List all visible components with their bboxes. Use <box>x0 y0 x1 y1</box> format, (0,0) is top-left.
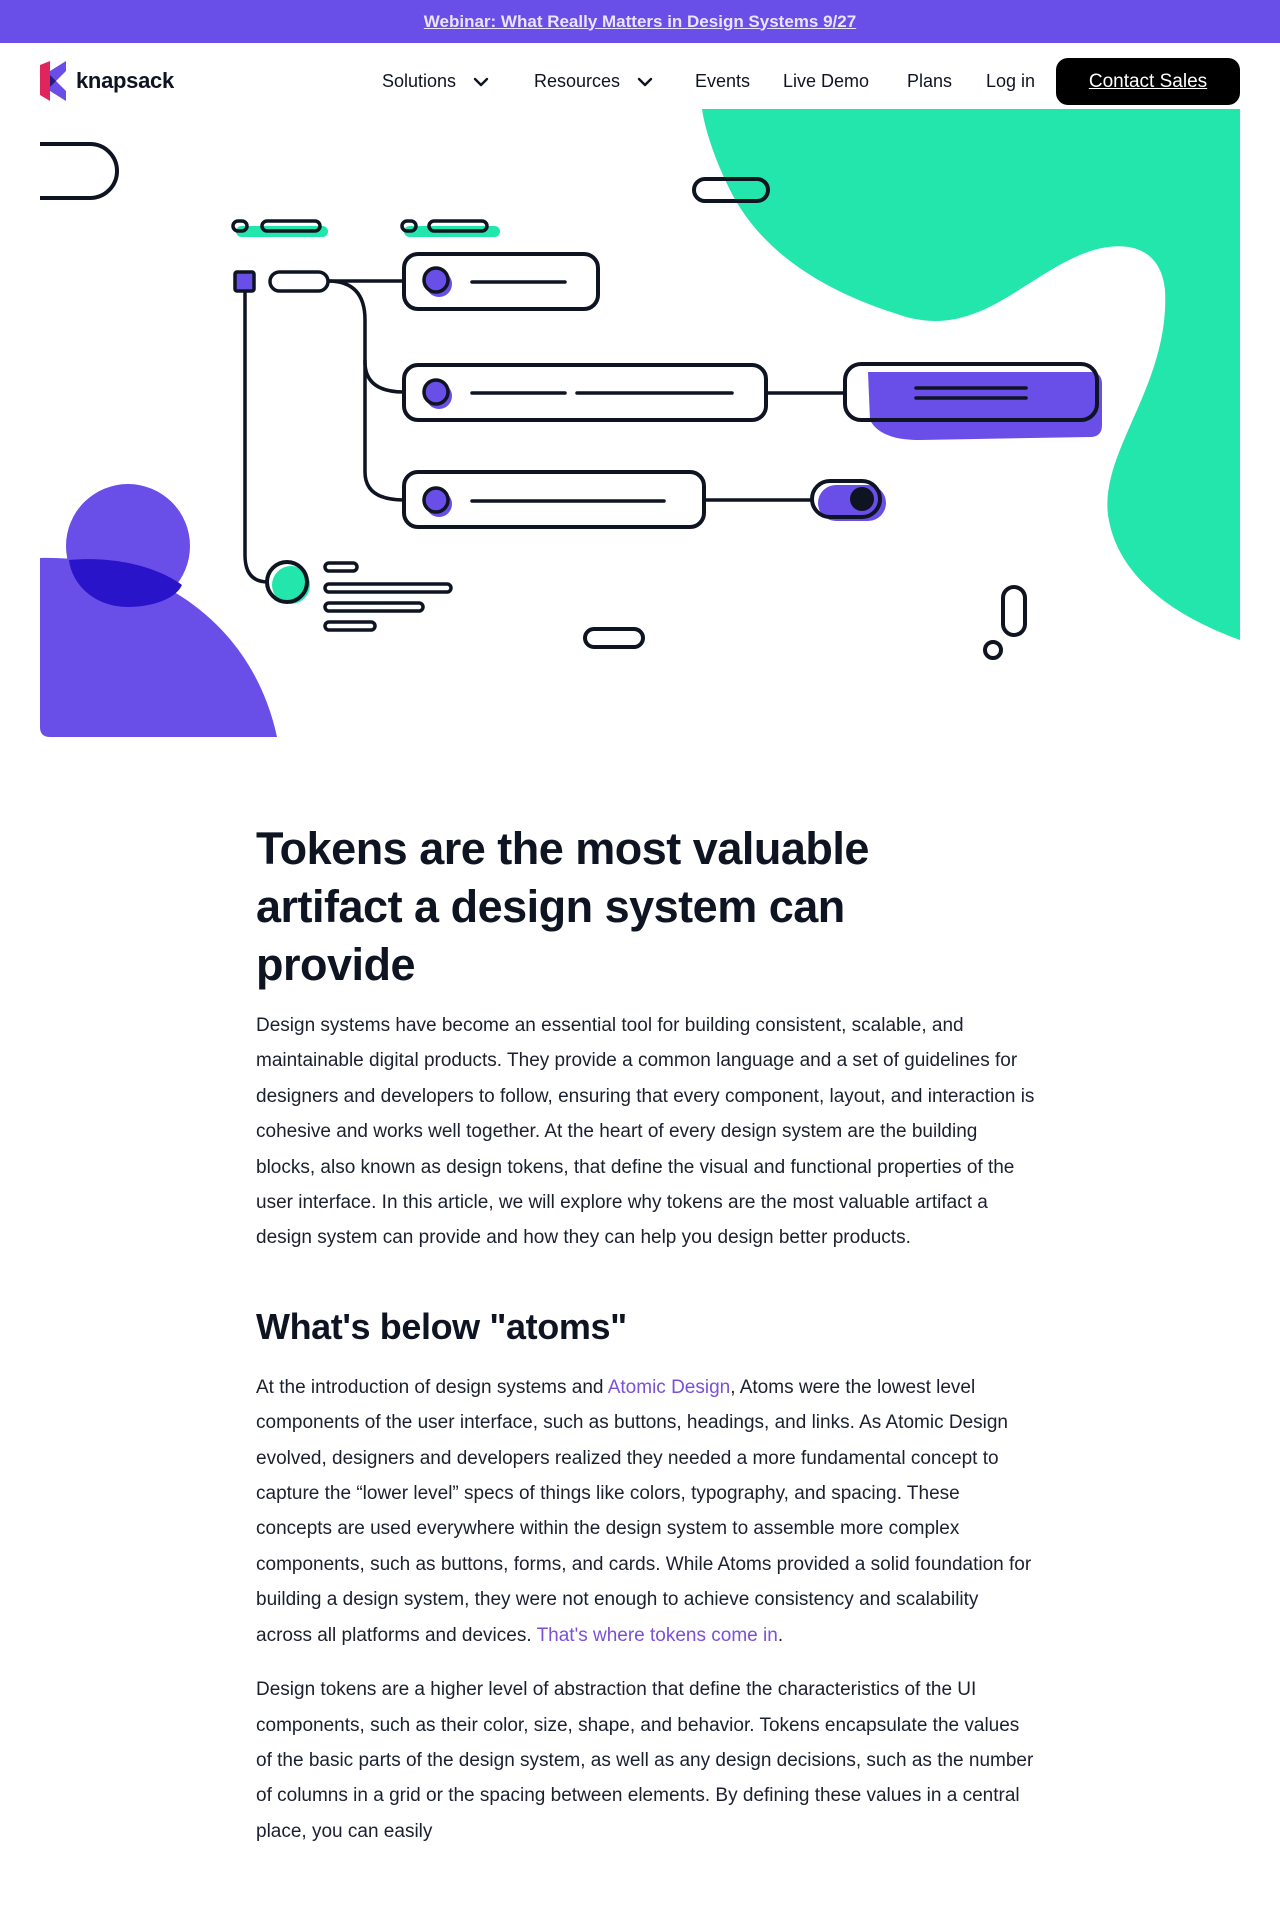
tokens-paragraph: Design tokens are a higher level of abst… <box>256 1679 1034 1842</box>
nav-events-label: Events <box>695 71 751 91</box>
section-heading: What's below "atoms" <box>256 1305 627 1347</box>
article-title: Tokens are the most valuable artifact a … <box>256 823 869 990</box>
chevron-down-icon <box>637 77 653 86</box>
nav-plans[interactable]: Plans <box>907 71 952 92</box>
announcement-banner: Webinar: What Really Matters in Design S… <box>0 0 1280 43</box>
nav-solutions-label: Solutions <box>382 71 457 91</box>
atoms-text-start: At the introduction of design systems an… <box>256 1376 608 1398</box>
article-body: Tokens are the most valuable artifact a … <box>256 820 1036 1849</box>
nav-solutions[interactable]: Solutions <box>382 71 490 92</box>
chevron-down-icon <box>473 77 489 86</box>
webinar-link[interactable]: Webinar: What Really Matters in Design S… <box>424 12 856 32</box>
nav-live-demo-label: Live Demo <box>783 71 870 91</box>
nav-plans-label: Plans <box>907 71 953 91</box>
nav-events[interactable]: Events <box>695 71 750 92</box>
logo-text: knapsack <box>76 68 174 93</box>
nav-resources-label: Resources <box>534 71 621 91</box>
nav-log-in-label: Log in <box>986 71 1036 91</box>
nav-log-in[interactable]: Log in <box>986 71 1035 92</box>
nav-live-demo[interactable]: Live Demo <box>783 71 869 92</box>
intro-paragraph: Design systems have become an essential … <box>256 1015 1035 1249</box>
half-pill-outline <box>40 142 119 200</box>
tokens-come-in-link[interactable]: That's where tokens come in <box>537 1625 778 1646</box>
knapsack-logo-icon <box>40 61 66 101</box>
site-header: knapsack Solutions Resources Events Live… <box>0 43 1280 117</box>
logo[interactable]: knapsack <box>38 61 174 101</box>
atoms-paragraph: At the introduction of design systems an… <box>256 1370 1036 1653</box>
contact-sales-button[interactable]: Contact Sales <box>1056 58 1240 105</box>
nav-resources[interactable]: Resources <box>534 71 654 92</box>
atoms-text-middle: , Atoms were the lowest level components… <box>256 1376 1032 1646</box>
hero-illustration <box>40 109 1240 737</box>
atoms-text-end: . <box>777 1624 784 1646</box>
atomic-design-link[interactable]: Atomic Design <box>608 1377 731 1398</box>
